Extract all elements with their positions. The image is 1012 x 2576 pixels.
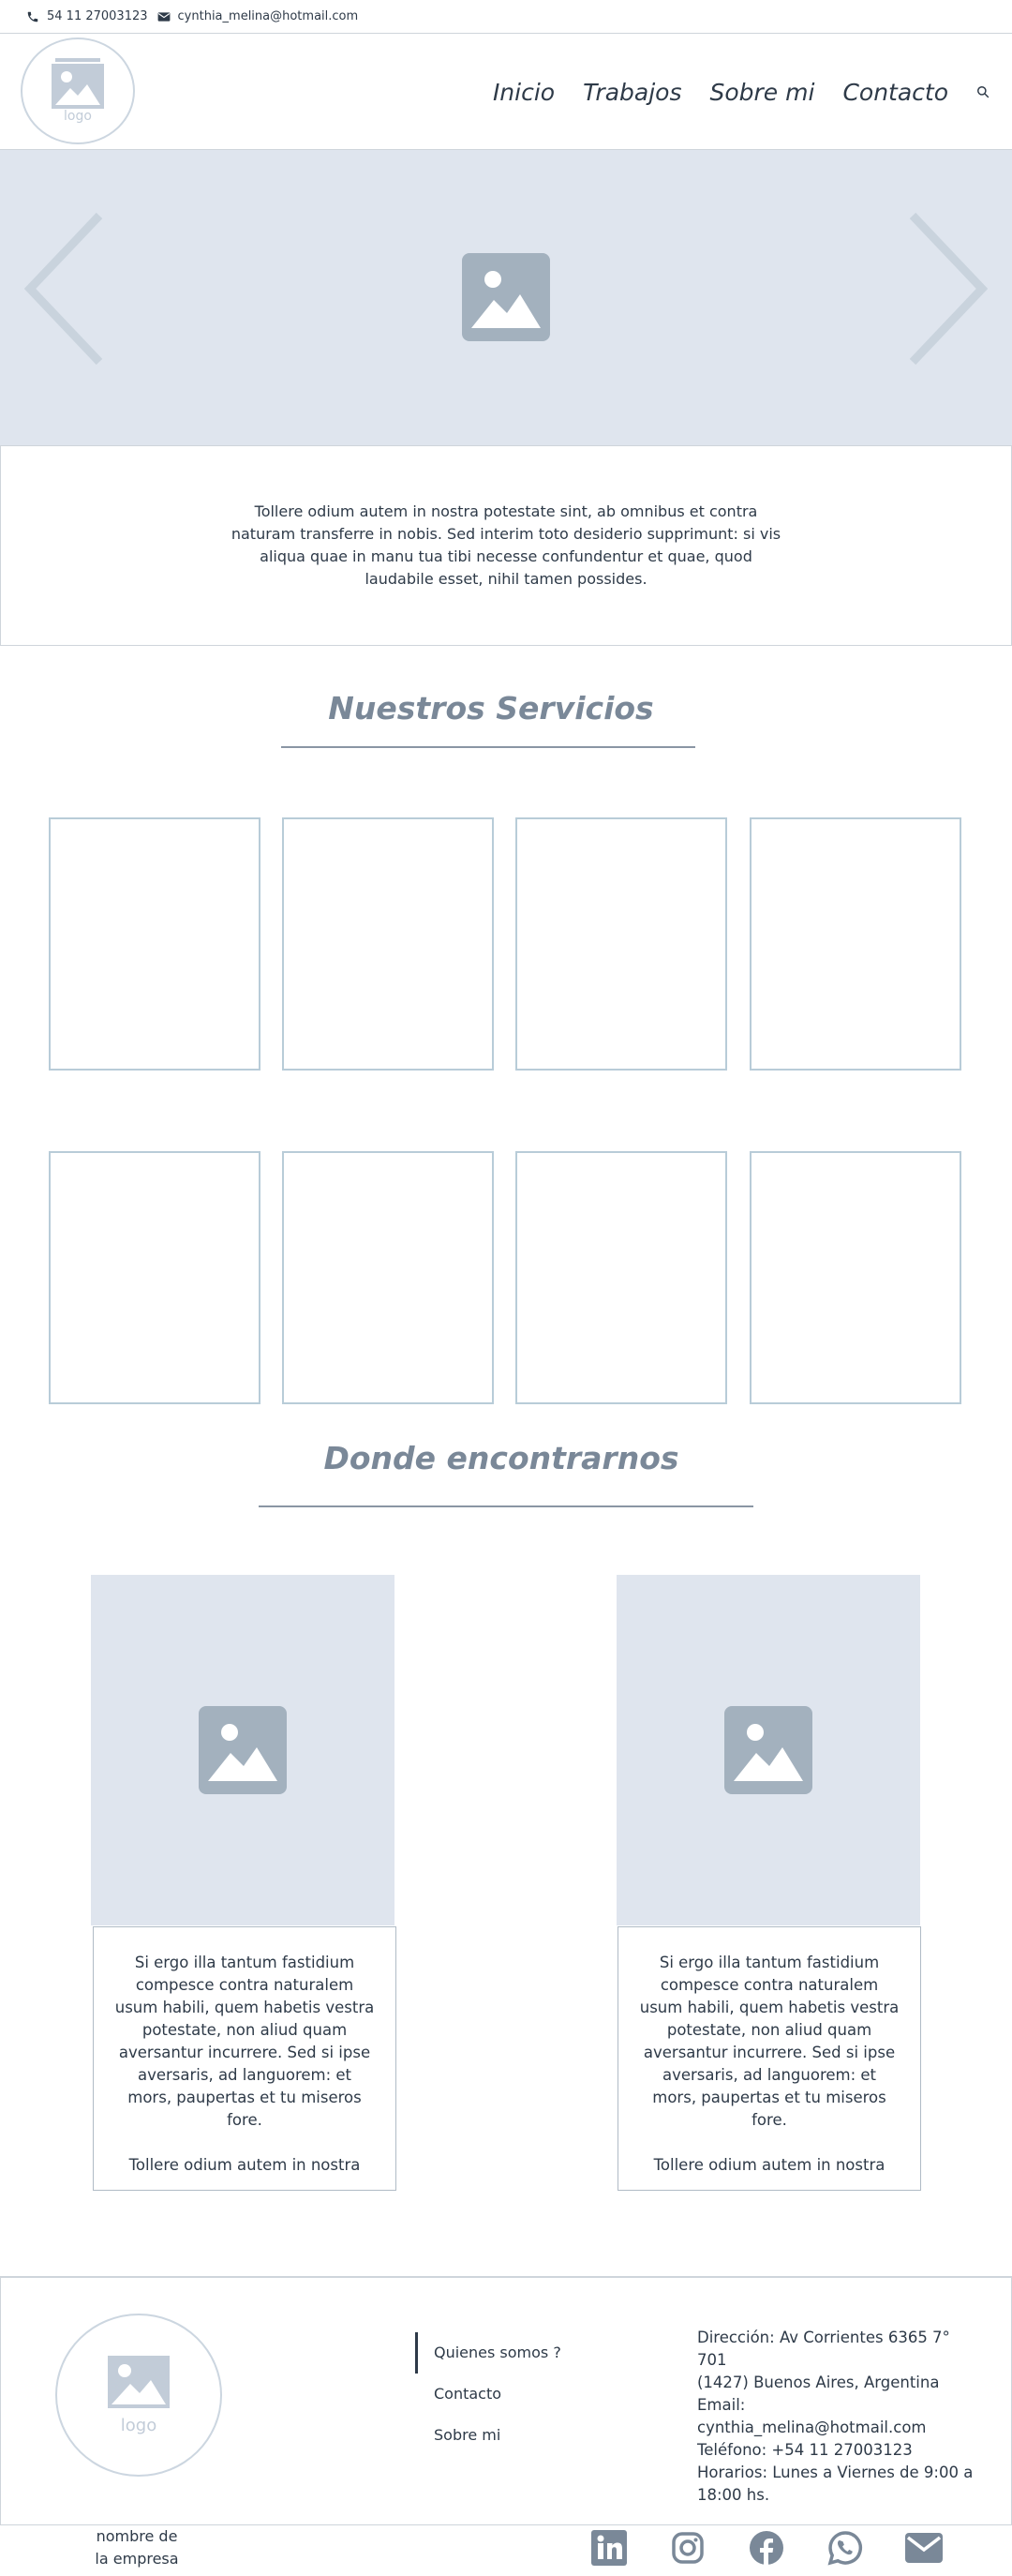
location-image-1 bbox=[91, 1575, 394, 1925]
intro-section: Tollere odium autem in nostra potestate … bbox=[0, 446, 1012, 646]
service-card[interactable] bbox=[49, 817, 260, 1071]
active-link-indicator bbox=[415, 2332, 418, 2374]
hero-slider bbox=[0, 150, 1012, 446]
image-placeholder-icon bbox=[52, 58, 104, 109]
nav-inicio[interactable]: Inicio bbox=[493, 79, 555, 106]
social-links bbox=[590, 2529, 943, 2567]
location-text-2: Tollere odium autem in nostra bbox=[653, 2156, 886, 2174]
footer-email[interactable]: Email: cynthia_melina@hotmail.com bbox=[697, 2394, 978, 2439]
whatsapp-icon[interactable] bbox=[826, 2529, 864, 2567]
footer-link-contacto[interactable]: Contacto bbox=[434, 2374, 561, 2415]
phone-icon bbox=[26, 10, 39, 23]
footer-logo-text: logo bbox=[120, 2415, 157, 2435]
image-placeholder-icon bbox=[462, 253, 550, 345]
facebook-icon[interactable] bbox=[748, 2529, 785, 2567]
chevron-right-icon[interactable] bbox=[909, 212, 989, 369]
site-header: logo Inicio Trabajos Sobre mi Contacto bbox=[0, 34, 1012, 150]
topbar-email[interactable]: cynthia_melina@hotmail.com bbox=[157, 9, 359, 23]
image-placeholder-icon bbox=[108, 2355, 170, 2408]
logo[interactable]: logo bbox=[21, 37, 135, 144]
site-footer: logo Quienes somos ? Contacto Sobre mi D… bbox=[0, 2276, 1012, 2525]
service-card[interactable] bbox=[515, 1151, 727, 1404]
service-card[interactable] bbox=[282, 1151, 494, 1404]
mail-icon bbox=[157, 11, 171, 22]
service-card[interactable] bbox=[750, 817, 961, 1071]
topbar-phone-text: 54 11 27003123 bbox=[47, 9, 148, 23]
chevron-left-icon[interactable] bbox=[23, 212, 103, 369]
logo-text: logo bbox=[64, 109, 92, 124]
footer-link-sobre-mi[interactable]: Sobre mi bbox=[434, 2415, 561, 2456]
linkedin-icon[interactable] bbox=[590, 2529, 628, 2567]
bottom-bar: nombre de la empresa bbox=[0, 2525, 1012, 2576]
topbar-phone[interactable]: 54 11 27003123 bbox=[26, 9, 148, 23]
location-image-2 bbox=[617, 1575, 920, 1925]
service-card[interactable] bbox=[515, 817, 727, 1071]
image-placeholder-icon bbox=[724, 1706, 812, 1794]
location-card-1: Si ergo illa tantum fastidium compesce c… bbox=[93, 1926, 396, 2191]
locations-title-underline bbox=[259, 1505, 753, 1507]
footer-contact-info: Dirección: Av Corrientes 6365 7° 701 (14… bbox=[697, 2327, 978, 2507]
search-icon[interactable] bbox=[976, 85, 990, 98]
footer-link-quienes-somos[interactable]: Quienes somos ? bbox=[434, 2332, 561, 2374]
services-title-underline bbox=[281, 746, 695, 748]
footer-address: Dirección: Av Corrientes 6365 7° 701 bbox=[697, 2329, 950, 2369]
service-card[interactable] bbox=[282, 817, 494, 1071]
intro-text: Tollere odium autem in nostra potestate … bbox=[231, 502, 781, 588]
location-text: Si ergo illa tantum fastidium compesce c… bbox=[639, 1954, 900, 2129]
topbar-email-text: cynthia_melina@hotmail.com bbox=[177, 9, 359, 23]
location-card-2: Si ergo illa tantum fastidium compesce c… bbox=[618, 1926, 921, 2191]
image-placeholder-icon bbox=[199, 1706, 287, 1794]
location-text-2: Tollere odium autem in nostra bbox=[128, 2156, 361, 2174]
main-nav: Inicio Trabajos Sobre mi Contacto bbox=[493, 34, 1012, 150]
footer-links: Quienes somos ? Contacto Sobre mi bbox=[415, 2332, 561, 2456]
locations-title: Donde encontrarnos bbox=[323, 1440, 679, 1476]
nav-sobre-mi[interactable]: Sobre mi bbox=[709, 79, 814, 106]
instagram-icon[interactable] bbox=[669, 2529, 707, 2567]
services-title: Nuestros Servicios bbox=[328, 690, 654, 726]
footer-hours: Horarios: Lunes a Viernes de 9:00 a 18:0… bbox=[697, 2464, 974, 2504]
service-card[interactable] bbox=[49, 1151, 260, 1404]
nav-contacto[interactable]: Contacto bbox=[842, 79, 948, 106]
footer-phone[interactable]: Teléfono: +54 11 27003123 bbox=[697, 2439, 978, 2462]
footer-logo[interactable]: logo bbox=[55, 2314, 222, 2477]
nav-trabajos[interactable]: Trabajos bbox=[583, 79, 681, 106]
company-name: nombre de la empresa bbox=[95, 2527, 179, 2568]
service-card[interactable] bbox=[750, 1151, 961, 1404]
email-icon[interactable] bbox=[905, 2529, 943, 2567]
location-text: Si ergo illa tantum fastidium compesce c… bbox=[114, 1954, 375, 2129]
top-contact-bar: 54 11 27003123 cynthia_melina@hotmail.co… bbox=[0, 0, 1012, 34]
footer-city: (1427) Buenos Aires, Argentina bbox=[697, 2374, 940, 2391]
